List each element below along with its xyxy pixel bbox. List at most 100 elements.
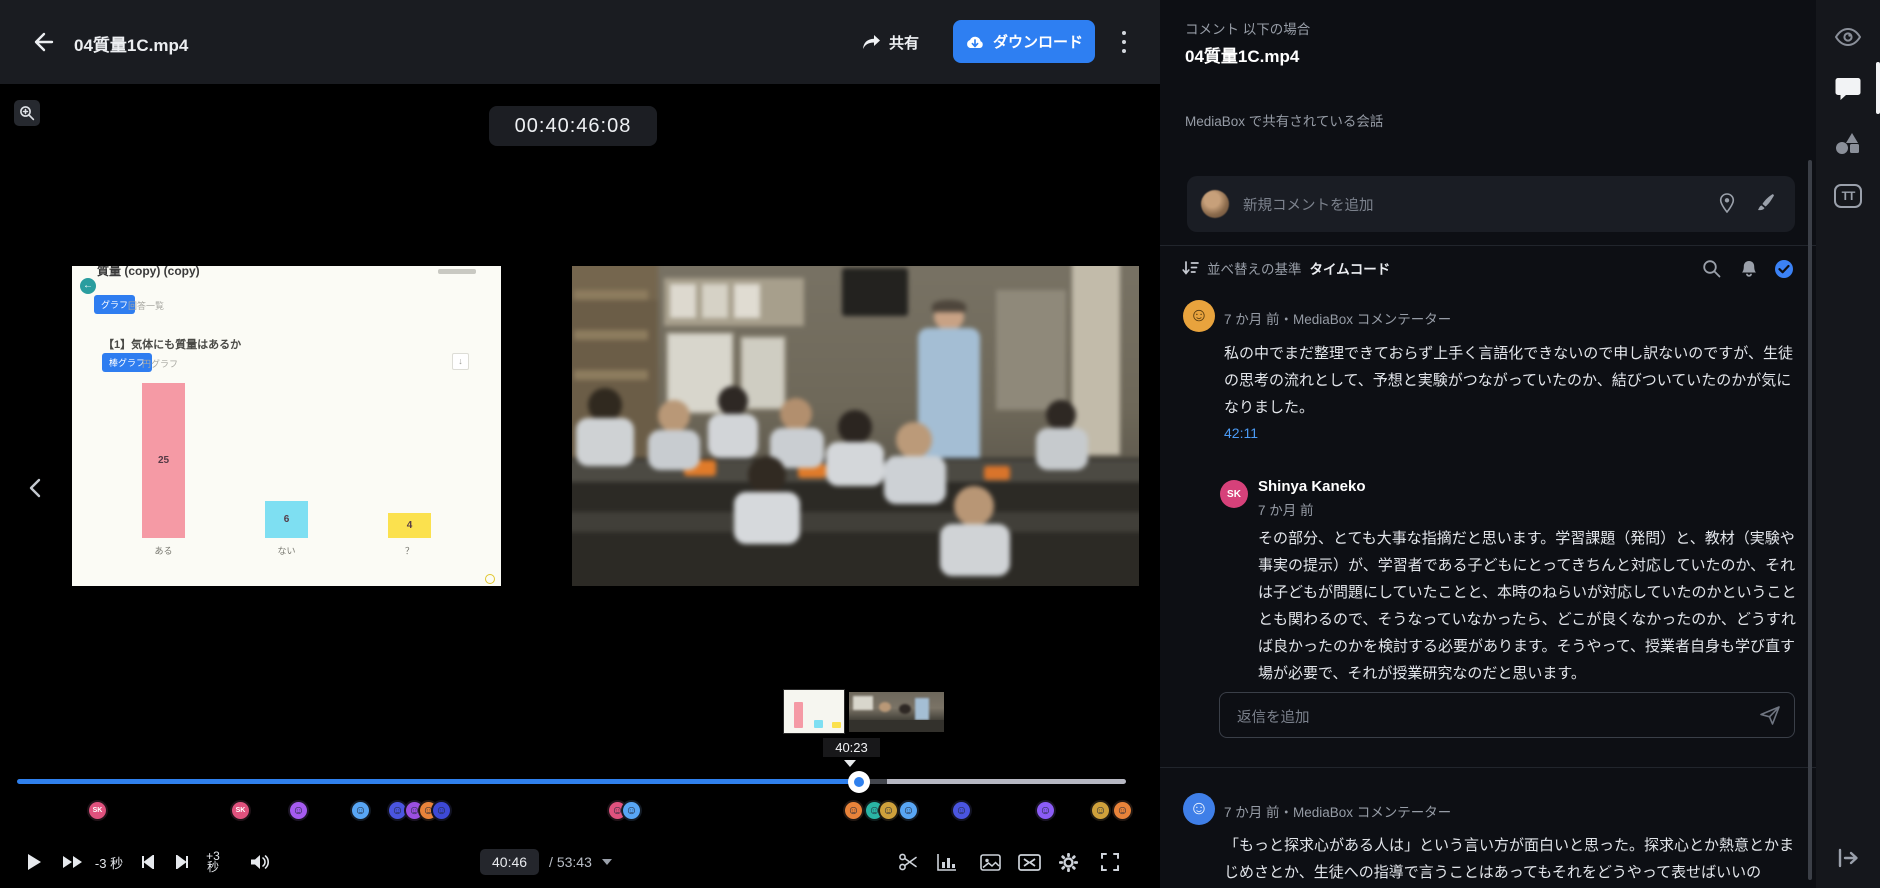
search-comments-button[interactable]	[1702, 259, 1721, 283]
timeline-remaining	[887, 779, 1126, 784]
preview-thumb-classroom	[849, 692, 944, 732]
right-rail: TT	[1816, 0, 1880, 888]
trim-button[interactable]	[893, 836, 923, 888]
smiley-face-icon: ☺	[1189, 798, 1208, 820]
transcript-tab[interactable]: TT	[1833, 181, 1863, 211]
comments-panel: コメント 以下の場合 04質量1C.mp4 MediaBox で共有されている会…	[1160, 0, 1816, 888]
sort-row: 並べ替えの基準 タイムコード	[1160, 246, 1816, 294]
slide-badge-icon	[485, 574, 495, 584]
shared-conversation-label: MediaBox で共有されている会話	[1185, 110, 1383, 130]
fit-screen-icon	[1018, 854, 1041, 871]
slide-chart-category: ？	[388, 544, 431, 557]
reply-body: その部分、とても大事な指摘だと思います。学習課題（発問）と、教材（実験や事実の提…	[1258, 525, 1798, 687]
share-label: 共有	[889, 32, 919, 53]
playback-speed-button[interactable]	[58, 836, 88, 888]
pin-icon	[1719, 193, 1735, 213]
filter-resolved-button[interactable]	[1774, 259, 1794, 284]
timeline-comment-marker[interactable]: ☺	[431, 800, 452, 821]
send-reply-button[interactable]	[1760, 706, 1780, 730]
skip-back-3s-button[interactable]: -3 秒	[88, 836, 130, 888]
cloud-download-icon	[965, 34, 985, 50]
video-frame-classroom	[572, 266, 1139, 586]
annotate-button[interactable]	[1757, 193, 1775, 217]
download-button[interactable]: ダウンロード	[953, 20, 1095, 63]
share-icon	[862, 34, 881, 51]
notifications-button[interactable]	[1740, 259, 1758, 284]
timeline-comment-marker[interactable]: ☺	[878, 800, 899, 821]
reply-author: Shinya Kaneko	[1258, 478, 1366, 495]
play-button[interactable]	[20, 836, 48, 888]
fast-forward-icon	[63, 856, 82, 868]
next-frame-button[interactable]	[170, 836, 196, 888]
timeline-comment-marker[interactable]: ☺	[288, 800, 309, 821]
slide-chart-bar: 6	[265, 501, 308, 538]
slide-chart-bar: 4	[388, 513, 431, 538]
volume-button[interactable]	[244, 836, 276, 888]
back-button[interactable]	[28, 28, 56, 56]
collapse-panel-button[interactable]	[1833, 843, 1863, 873]
comment-body: 「もっと探求心がある人は」という言い方が面白いと思った。探求心とか熱意とかまじめ…	[1224, 832, 1800, 886]
timeline-scrubber[interactable]: SKSK☺☺☺☺☺☺☺☺☺☺☺☺☺☺☺☺	[0, 774, 1160, 834]
chevron-left-icon	[31, 480, 39, 496]
fullscreen-icon	[1101, 853, 1119, 871]
sort-label: 並べ替えの基準	[1207, 258, 1302, 278]
avatar-initials: SK	[1227, 489, 1241, 500]
gear-icon	[1059, 853, 1078, 872]
slide-chart: 25ある6ない4？	[72, 266, 501, 586]
classroom-scene	[572, 266, 1139, 586]
timeline-comment-marker[interactable]: ☺	[898, 800, 919, 821]
comment-body: 私の中でまだ整理できておらず上手く言語化できないので申し訳ないのですが、生徒の思…	[1224, 340, 1800, 421]
more-options-button[interactable]	[1116, 29, 1132, 55]
comments-tab[interactable]	[1833, 74, 1863, 104]
stats-button[interactable]	[932, 836, 962, 888]
panel-label: コメント 以下の場合	[1185, 18, 1310, 38]
timeline-comment-marker[interactable]: ☺	[843, 800, 864, 821]
fullscreen-button[interactable]	[1095, 836, 1125, 888]
comment-timestamp-link[interactable]: 42:11	[1224, 425, 1258, 441]
timeline-comment-marker[interactable]: ☺	[951, 800, 972, 821]
view-tab[interactable]	[1833, 22, 1863, 52]
timeline-progress	[17, 779, 859, 784]
timeline-comment-marker[interactable]: ☺	[1112, 800, 1133, 821]
search-icon	[1702, 259, 1721, 278]
total-duration: / 53:43	[549, 854, 592, 870]
reply-placeholder: 返信を追加	[1237, 706, 1310, 727]
assets-tab[interactable]	[1833, 128, 1863, 158]
sort-selector[interactable]: 並べ替えの基準 タイムコード	[1182, 258, 1390, 278]
timecode-overlay: 00:40:46:08	[489, 106, 657, 146]
sort-icon	[1182, 260, 1199, 276]
zoom-in-button[interactable]	[14, 100, 40, 126]
timeline-comment-marker[interactable]: SK	[87, 800, 108, 821]
location-marker-button[interactable]	[1719, 193, 1735, 218]
preview-time-label: 40:23	[823, 738, 880, 757]
panel-scrollbar[interactable]	[1808, 160, 1812, 880]
settings-button[interactable]	[1053, 836, 1083, 888]
share-button[interactable]: 共有	[862, 28, 919, 56]
comment-bubble-icon	[1835, 77, 1861, 101]
timeline-comment-marker[interactable]: ☺	[350, 800, 371, 821]
skip-forward-3s-button[interactable]: +3秒	[198, 836, 228, 888]
slide-chart-category: ない	[265, 544, 308, 557]
video-viewport: 00:40:46:08 質量 (copy) (copy) ← グラフ 回答一覧 …	[0, 84, 1160, 888]
playhead-handle[interactable]	[848, 771, 870, 793]
snapshot-button[interactable]	[975, 836, 1005, 888]
app-root: 04質量1C.mp4 共有 ダウンロード 00:40:46:08 質量 (cop…	[0, 0, 1880, 888]
timeline-comment-marker[interactable]: ☺	[1090, 800, 1111, 821]
reply-input[interactable]: 返信を追加	[1219, 692, 1795, 738]
timeline-comment-marker[interactable]: SK	[230, 800, 251, 821]
send-icon	[1760, 706, 1780, 725]
duration-menu-caret[interactable]	[602, 859, 612, 865]
seek-back-chevron[interactable]	[28, 478, 42, 503]
current-time: 40:46	[480, 849, 539, 875]
speaker-icon	[250, 854, 270, 870]
shapes-icon	[1835, 131, 1861, 155]
video-title: 04質量1C.mp4	[74, 31, 188, 56]
reply-avatar: SK	[1220, 480, 1248, 508]
letterbox-button[interactable]	[1013, 836, 1045, 888]
preview-caret-icon	[844, 760, 856, 767]
timeline-comment-marker[interactable]: ☺	[621, 800, 642, 821]
slide-chart-bar: 25	[142, 383, 185, 538]
new-comment-input[interactable]: 新規コメントを追加	[1187, 176, 1795, 232]
timeline-comment-marker[interactable]: ☺	[1035, 800, 1056, 821]
prev-frame-button[interactable]	[134, 836, 160, 888]
